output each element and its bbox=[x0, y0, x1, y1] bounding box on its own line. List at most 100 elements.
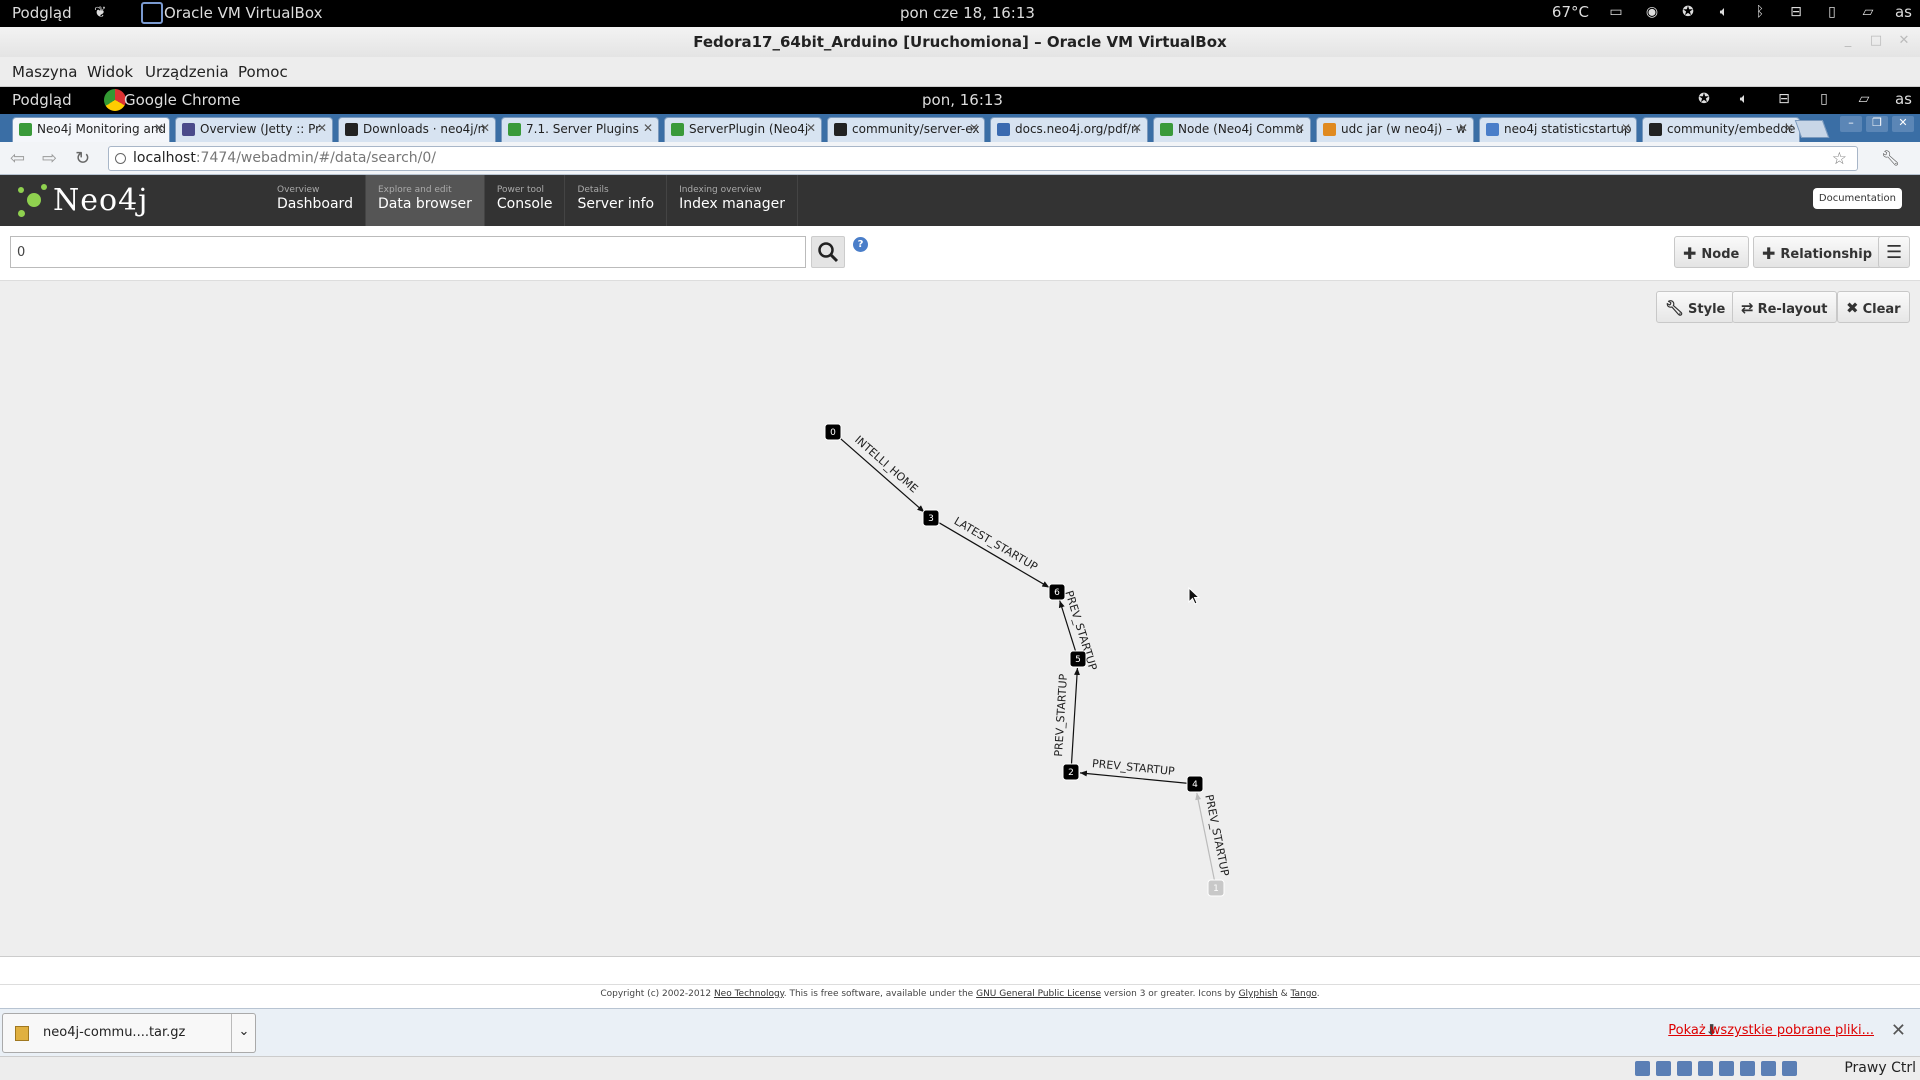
graph-canvas[interactable]: INTELLI_HOME LATEST_STARTUP PREV_STARTUP PR… bbox=[0, 281, 1920, 957]
search-input[interactable] bbox=[10, 236, 806, 268]
usb-icon[interactable] bbox=[1677, 1061, 1692, 1076]
close-tab-icon[interactable]: ✕ bbox=[154, 121, 164, 135]
tab-neo4j-monitoring[interactable]: Neo4j Monitoring and ✕ bbox=[12, 117, 170, 142]
graph-node[interactable]: 4 bbox=[1186, 775, 1204, 793]
network-icon[interactable]: ⊟ bbox=[1775, 90, 1793, 108]
minimize-icon[interactable]: – bbox=[1840, 116, 1862, 132]
close-tab-icon[interactable]: ✕ bbox=[969, 121, 979, 135]
app-menu[interactable]: Oracle VM VirtualBox bbox=[164, 4, 322, 22]
clear-button[interactable]: ✖ Clear bbox=[1837, 291, 1910, 323]
tab-community-server[interactable]: community/server-ex ✕ bbox=[827, 117, 985, 142]
graph-node[interactable]: 3 bbox=[922, 509, 940, 527]
tango-link[interactable]: Tango bbox=[1290, 989, 1316, 999]
accessibility-icon[interactable]: ✪ bbox=[1679, 3, 1697, 21]
graph-view[interactable]: INTELLI_HOME LATEST_STARTUP PREV_STARTUP PR… bbox=[0, 281, 1920, 957]
battery-icon[interactable]: ▯ bbox=[1815, 90, 1833, 108]
close-tab-icon[interactable]: ✕ bbox=[806, 121, 816, 135]
tab-serverplugin[interactable]: ServerPlugin (Neo4j ✕ bbox=[664, 117, 822, 142]
mouse-integration-icon[interactable] bbox=[1761, 1061, 1776, 1076]
tab-jetty-overview[interactable]: Overview (Jetty :: Pr ✕ bbox=[175, 117, 333, 142]
folder-icon[interactable]: ▭ bbox=[1607, 3, 1625, 21]
bluetooth-icon[interactable]: ᛒ bbox=[1751, 3, 1769, 21]
relayout-button[interactable]: ⇄ Re-layout bbox=[1732, 291, 1837, 323]
show-all-downloads-link[interactable]: Pokaż wszystkie pobrane pliki... bbox=[1668, 1023, 1874, 1038]
guest-user-menu[interactable]: as bbox=[1895, 90, 1912, 108]
tab-docs-pdf[interactable]: docs.neo4j.org/pdf/n ✕ bbox=[990, 117, 1148, 142]
close-tab-icon[interactable]: ✕ bbox=[1458, 121, 1468, 135]
volume-icon[interactable]: 🔈︎ bbox=[1715, 3, 1733, 21]
minimize-icon[interactable]: _ bbox=[1838, 33, 1858, 51]
relationship-edge[interactable] bbox=[937, 521, 1050, 588]
tab-downloads[interactable]: Downloads · neo4j/n ✕ bbox=[338, 117, 496, 142]
restore-icon[interactable]: ❐ bbox=[1866, 116, 1888, 132]
guest-clock[interactable]: pon, 16:13 bbox=[922, 91, 1003, 109]
view-toggle-button[interactable]: ☰ bbox=[1878, 236, 1910, 268]
tab-community-embedded[interactable]: community/embedde ✕ bbox=[1642, 117, 1800, 142]
nav-data-browser[interactable]: Explore and edit Data browser bbox=[365, 175, 485, 226]
accessibility-icon[interactable]: ✪ bbox=[1695, 90, 1713, 108]
hdd-icon[interactable] bbox=[1635, 1061, 1650, 1076]
menu-maszyna[interactable]: Maszyna bbox=[12, 63, 77, 81]
wrench-icon[interactable]: 🔧︎ bbox=[1881, 149, 1900, 167]
new-tab-button[interactable] bbox=[1794, 120, 1830, 138]
volume-icon[interactable]: 🔈︎ bbox=[1735, 90, 1753, 108]
tab-server-plugins[interactable]: 7.1. Server Plugins ✕ bbox=[501, 117, 659, 142]
relationship-edge[interactable] bbox=[838, 436, 925, 513]
style-button[interactable]: 🔧︎ Style bbox=[1656, 291, 1735, 323]
graph-node[interactable]: 1 bbox=[1207, 879, 1225, 897]
guest-app-menu[interactable]: Google Chrome bbox=[124, 91, 241, 109]
record-icon[interactable]: ◉ bbox=[1643, 3, 1661, 21]
neo4j-logo[interactable]: Neo4j bbox=[15, 183, 148, 218]
network-adapter-icon[interactable] bbox=[1698, 1061, 1713, 1076]
search-button[interactable] bbox=[811, 236, 845, 268]
bookmark-star-icon[interactable]: ☆ bbox=[1832, 149, 1847, 169]
graph-node[interactable]: 6 bbox=[1048, 583, 1066, 601]
nav-console[interactable]: Power tool Console bbox=[485, 175, 566, 226]
tab-google-search[interactable]: neo4j statisticstartup ✕ bbox=[1479, 117, 1637, 142]
menu-urzadzenia[interactable]: Urządzenia bbox=[145, 63, 229, 81]
activities-button[interactable]: Podgląd bbox=[12, 4, 72, 22]
chevron-down-icon[interactable]: ⌄ bbox=[231, 1014, 256, 1052]
close-tab-icon[interactable]: ✕ bbox=[317, 121, 327, 135]
close-downloads-icon[interactable]: ✕ bbox=[1891, 1020, 1906, 1041]
download-item[interactable]: neo4j-commu....tar.gz ⌄ bbox=[2, 1013, 256, 1053]
maximize-icon[interactable]: □ bbox=[1866, 33, 1886, 51]
relationship-edge[interactable] bbox=[1070, 667, 1081, 765]
menu-pomoc[interactable]: Pomoc bbox=[238, 63, 288, 81]
nav-dashboard[interactable]: Overview Dashboard bbox=[265, 175, 366, 226]
close-icon[interactable]: ✕ bbox=[1892, 116, 1914, 132]
close-tab-icon[interactable]: ✕ bbox=[480, 121, 490, 135]
tab-udc-jar[interactable]: udc jar (w neo4j) – w ✕ bbox=[1316, 117, 1474, 142]
close-tab-icon[interactable]: ✕ bbox=[1295, 121, 1305, 135]
clock[interactable]: pon cze 18, 16:13 bbox=[900, 4, 1035, 22]
close-tab-icon[interactable]: ✕ bbox=[643, 121, 653, 135]
tab-node-javadoc[interactable]: Node (Neo4j Commu ✕ bbox=[1153, 117, 1311, 142]
add-node-button[interactable]: ✚ Node bbox=[1674, 236, 1750, 268]
glyphish-link[interactable]: Glyphish bbox=[1239, 989, 1278, 999]
menu-widok[interactable]: Widok bbox=[87, 63, 133, 81]
close-icon[interactable]: ✕ bbox=[1894, 33, 1914, 51]
close-tab-icon[interactable]: ✕ bbox=[1132, 121, 1142, 135]
nav-index-manager[interactable]: Indexing overview Index manager bbox=[667, 175, 798, 226]
virtualization-icon[interactable] bbox=[1782, 1061, 1797, 1076]
back-icon[interactable]: ⇦ bbox=[10, 148, 25, 169]
gpl-link[interactable]: GNU General Public License bbox=[976, 989, 1101, 999]
documentation-button[interactable]: Documentation bbox=[1812, 188, 1902, 209]
cd-icon[interactable] bbox=[1656, 1061, 1671, 1076]
graph-node[interactable]: 5 bbox=[1069, 650, 1087, 668]
address-bar[interactable]: localhost:7474/webadmin/#/data/search/0/… bbox=[108, 146, 1858, 171]
user-menu[interactable]: as bbox=[1895, 3, 1912, 21]
graph-node[interactable]: 0 bbox=[824, 423, 842, 441]
chat-icon[interactable]: ▱ bbox=[1859, 3, 1877, 21]
battery-icon[interactable]: ▯ bbox=[1823, 3, 1841, 21]
shared-folder-icon[interactable] bbox=[1719, 1061, 1734, 1076]
network-icon[interactable]: ⊟ bbox=[1787, 3, 1805, 21]
add-relationship-button[interactable]: ✚ Relationship bbox=[1753, 236, 1883, 268]
close-tab-icon[interactable]: ✕ bbox=[1784, 121, 1794, 135]
help-icon[interactable]: ? bbox=[853, 237, 868, 252]
nav-server-info[interactable]: Details Server info bbox=[565, 175, 668, 226]
guest-activities-button[interactable]: Podgląd bbox=[12, 91, 72, 109]
forward-icon[interactable]: ⇨ bbox=[42, 148, 57, 169]
reload-icon[interactable]: ↻ bbox=[75, 148, 90, 169]
chat-icon[interactable]: ▱ bbox=[1855, 90, 1873, 108]
